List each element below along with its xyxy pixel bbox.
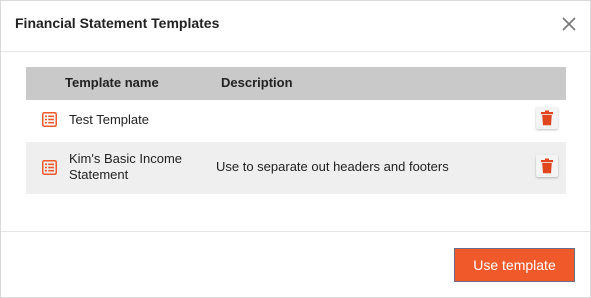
template-description: Use to separate out headers and footers <box>216 159 449 174</box>
document-list-icon <box>42 160 57 175</box>
column-header-description: Description <box>221 75 293 90</box>
delete-template-button[interactable] <box>536 107 558 129</box>
table-row[interactable]: Test Template <box>26 100 566 142</box>
template-name: Test Template <box>69 112 149 127</box>
trash-icon <box>541 158 553 174</box>
table-header: Template name Description <box>26 67 566 100</box>
dialog-title: Financial Statement Templates <box>15 15 220 31</box>
document-list-icon <box>42 112 57 127</box>
close-icon[interactable] <box>560 15 578 33</box>
table-row[interactable]: Kim's Basic Income Statement Use to sepa… <box>26 142 566 194</box>
templates-table: Template name Description Test Template <box>26 67 566 194</box>
dialog-header: Financial Statement Templates <box>1 1 590 52</box>
use-template-button[interactable]: Use template <box>454 248 575 282</box>
column-header-template-name: Template name <box>65 75 159 90</box>
template-name: Kim's Basic Income Statement <box>69 151 183 182</box>
dialog-footer: Use template <box>1 231 590 298</box>
delete-template-button[interactable] <box>536 155 558 177</box>
templates-dialog: Financial Statement Templates Template n… <box>0 0 591 298</box>
trash-icon <box>541 110 553 126</box>
